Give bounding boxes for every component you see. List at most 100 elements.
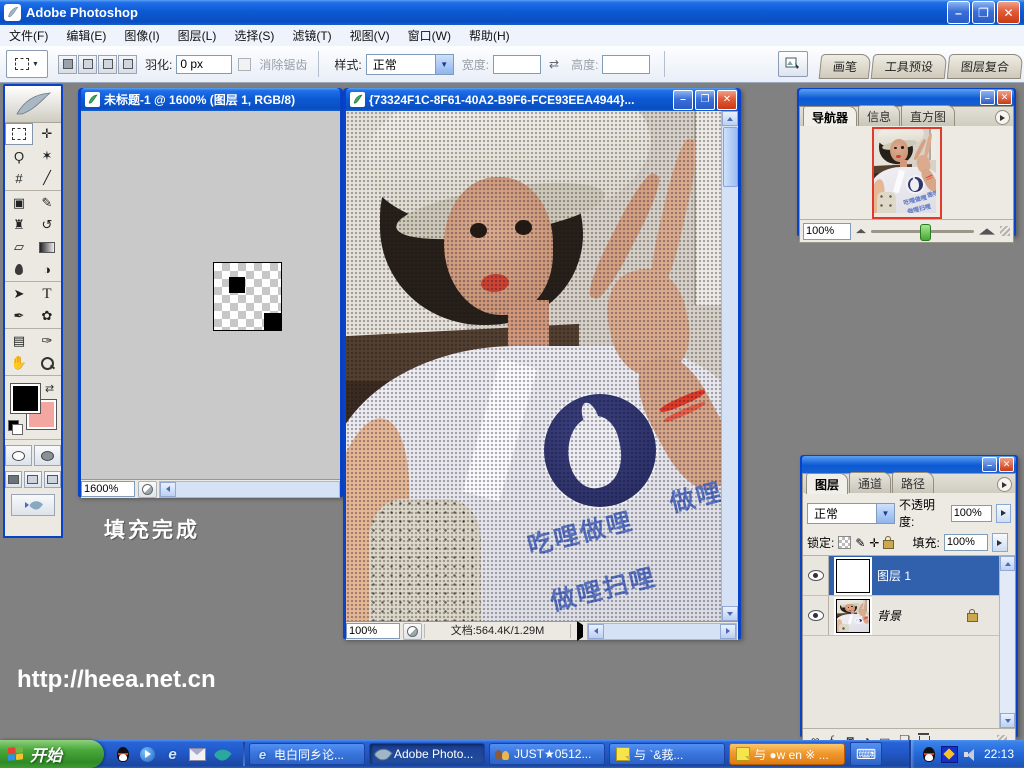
- resize-grip[interactable]: [1000, 226, 1010, 236]
- navigator-zoom-input[interactable]: [803, 223, 851, 240]
- tab-navigator[interactable]: 导航器: [803, 106, 857, 127]
- menu-image[interactable]: 图像(I): [115, 25, 168, 46]
- zoom-out-icon[interactable]: [856, 229, 866, 233]
- fullscreen-button[interactable]: [44, 471, 61, 488]
- tool-gradient[interactable]: [33, 236, 61, 258]
- blend-mode-select[interactable]: 正常 ▼: [807, 503, 895, 524]
- fullscreen-menubar-button[interactable]: [24, 471, 41, 488]
- scroll-up-arrow[interactable]: [722, 111, 738, 126]
- tool-crop[interactable]: #: [5, 167, 33, 189]
- menu-filter[interactable]: 滤镜(T): [283, 25, 340, 46]
- menu-layer[interactable]: 图层(L): [169, 25, 226, 46]
- chevron-down-icon[interactable]: ▼: [876, 504, 894, 523]
- style-select[interactable]: 正常 ▼: [366, 54, 454, 75]
- input-method-button[interactable]: ⌨: [850, 742, 882, 766]
- palette-menu-button[interactable]: [997, 477, 1012, 492]
- internet-explorer-icon[interactable]: e: [164, 746, 181, 763]
- tab-channels[interactable]: 通道: [849, 472, 891, 493]
- menu-select[interactable]: 选择(S): [225, 25, 283, 46]
- navigator-proxy-view[interactable]: 吃哩做哩 做哩扫哩 做哩: [872, 127, 942, 219]
- minimize-button[interactable]: –: [947, 1, 970, 24]
- close-button[interactable]: ✕: [997, 1, 1020, 24]
- menu-window[interactable]: 窗口(W): [399, 25, 460, 46]
- default-colors-icon[interactable]: [12, 424, 23, 435]
- pen-app-icon[interactable]: [214, 746, 231, 763]
- tool-blur[interactable]: [5, 258, 33, 280]
- palette-close-button[interactable]: ✕: [997, 90, 1012, 105]
- foreground-color-swatch[interactable]: [11, 384, 40, 413]
- scroll-up-arrow[interactable]: [1000, 556, 1015, 571]
- task-qq-chat[interactable]: JUST★0512...: [489, 743, 605, 765]
- tab-histogram[interactable]: 直方图: [901, 105, 955, 126]
- zoom-slider-thumb[interactable]: [920, 224, 931, 241]
- qq-quicklaunch-icon[interactable]: [114, 746, 131, 763]
- swap-colors-icon[interactable]: ⇄: [45, 382, 54, 395]
- start-button[interactable]: 开始: [0, 740, 104, 768]
- edit-in-imageready-button[interactable]: [11, 494, 55, 516]
- lock-move-icon[interactable]: ✛: [869, 536, 879, 550]
- zoom-slider[interactable]: [871, 230, 974, 233]
- qq-tray-icon[interactable]: [923, 747, 935, 762]
- doc2-vertical-scrollbar[interactable]: [721, 111, 738, 621]
- palette-close-button[interactable]: ✕: [999, 457, 1014, 472]
- menu-file[interactable]: 文件(F): [0, 25, 57, 46]
- fill-spinner[interactable]: [992, 533, 1008, 552]
- tool-eyedropper[interactable]: ✑: [33, 330, 61, 352]
- tool-healing-brush[interactable]: ▣: [5, 192, 33, 214]
- menu-view[interactable]: 视图(V): [341, 25, 399, 46]
- media-player-icon[interactable]: [139, 746, 156, 763]
- doc1-zoom-input[interactable]: [81, 481, 135, 497]
- visibility-toggle[interactable]: [803, 556, 829, 595]
- doc2-close-button[interactable]: ✕: [717, 90, 737, 110]
- swap-dimensions-icon[interactable]: ⇄: [549, 57, 559, 71]
- tool-history-brush[interactable]: ↺: [33, 214, 61, 236]
- menu-help[interactable]: 帮助(H): [460, 25, 519, 46]
- current-tool-button[interactable]: ▼: [6, 50, 48, 78]
- tool-hand[interactable]: ✋: [5, 352, 33, 374]
- tab-info[interactable]: 信息: [858, 105, 900, 126]
- toolbox-grip[interactable]: [5, 86, 61, 123]
- menu-edit[interactable]: 编辑(E): [57, 25, 115, 46]
- doc2-minimize-button[interactable]: –: [673, 90, 693, 110]
- scroll-thumb[interactable]: [723, 127, 738, 187]
- tab-brushes[interactable]: 画笔: [819, 54, 872, 79]
- scroll-down-arrow[interactable]: [722, 606, 738, 621]
- layers-scrollbar[interactable]: [999, 556, 1015, 728]
- tool-pen[interactable]: ✒: [5, 305, 33, 327]
- tray-app-icon[interactable]: [941, 746, 958, 763]
- navigator-preview[interactable]: 吃哩做哩 做哩扫哩 做哩: [800, 126, 1013, 219]
- status-menu-button[interactable]: [138, 481, 157, 498]
- doc2-photo[interactable]: 吃哩做哩 做哩扫哩 做哩: [346, 111, 722, 621]
- tool-rectangular-marquee[interactable]: [5, 123, 33, 145]
- quick-mask-mode-button[interactable]: [34, 445, 61, 466]
- add-selection-button[interactable]: [78, 55, 97, 74]
- tool-brush[interactable]: ✎: [33, 192, 61, 214]
- palette-minimize-button[interactable]: –: [982, 457, 997, 472]
- task-note-2-flashing[interactable]: 与 ●w en ※ ...: [729, 743, 845, 765]
- lock-transparency-icon[interactable]: [838, 536, 851, 549]
- subtract-selection-button[interactable]: [98, 55, 117, 74]
- fill-value[interactable]: 100%: [944, 534, 988, 551]
- outlook-icon[interactable]: [189, 746, 206, 763]
- tool-move[interactable]: ✛: [33, 123, 61, 145]
- layers-titlebar[interactable]: – ✕: [802, 456, 1016, 473]
- lock-paint-icon[interactable]: ✎: [855, 536, 865, 550]
- palette-minimize-button[interactable]: –: [980, 90, 995, 105]
- tool-clone-stamp[interactable]: ♜: [5, 214, 33, 236]
- scroll-left-arrow[interactable]: [588, 624, 604, 639]
- tool-dodge[interactable]: ◑: [33, 258, 61, 280]
- lock-all-icon[interactable]: [883, 540, 894, 549]
- tool-eraser[interactable]: ▱: [5, 236, 33, 258]
- status-flyout-button[interactable]: [573, 625, 587, 637]
- tab-layer-comps[interactable]: 图层复合: [947, 54, 1024, 79]
- doc1-image[interactable]: [214, 263, 281, 330]
- chevron-down-icon[interactable]: ▼: [435, 55, 453, 74]
- scroll-left-arrow[interactable]: [160, 482, 176, 497]
- visibility-toggle[interactable]: [803, 596, 829, 635]
- task-ie-forum[interactable]: e 电白同乡论...: [249, 743, 365, 765]
- tool-type[interactable]: T: [33, 283, 61, 305]
- tool-custom-shape[interactable]: ✿: [33, 305, 61, 327]
- background-thumbnail[interactable]: 吃哩做哩 做哩扫哩 做哩: [836, 599, 870, 633]
- tool-slice[interactable]: ╱: [33, 167, 61, 189]
- opacity-value[interactable]: 100%: [951, 505, 992, 522]
